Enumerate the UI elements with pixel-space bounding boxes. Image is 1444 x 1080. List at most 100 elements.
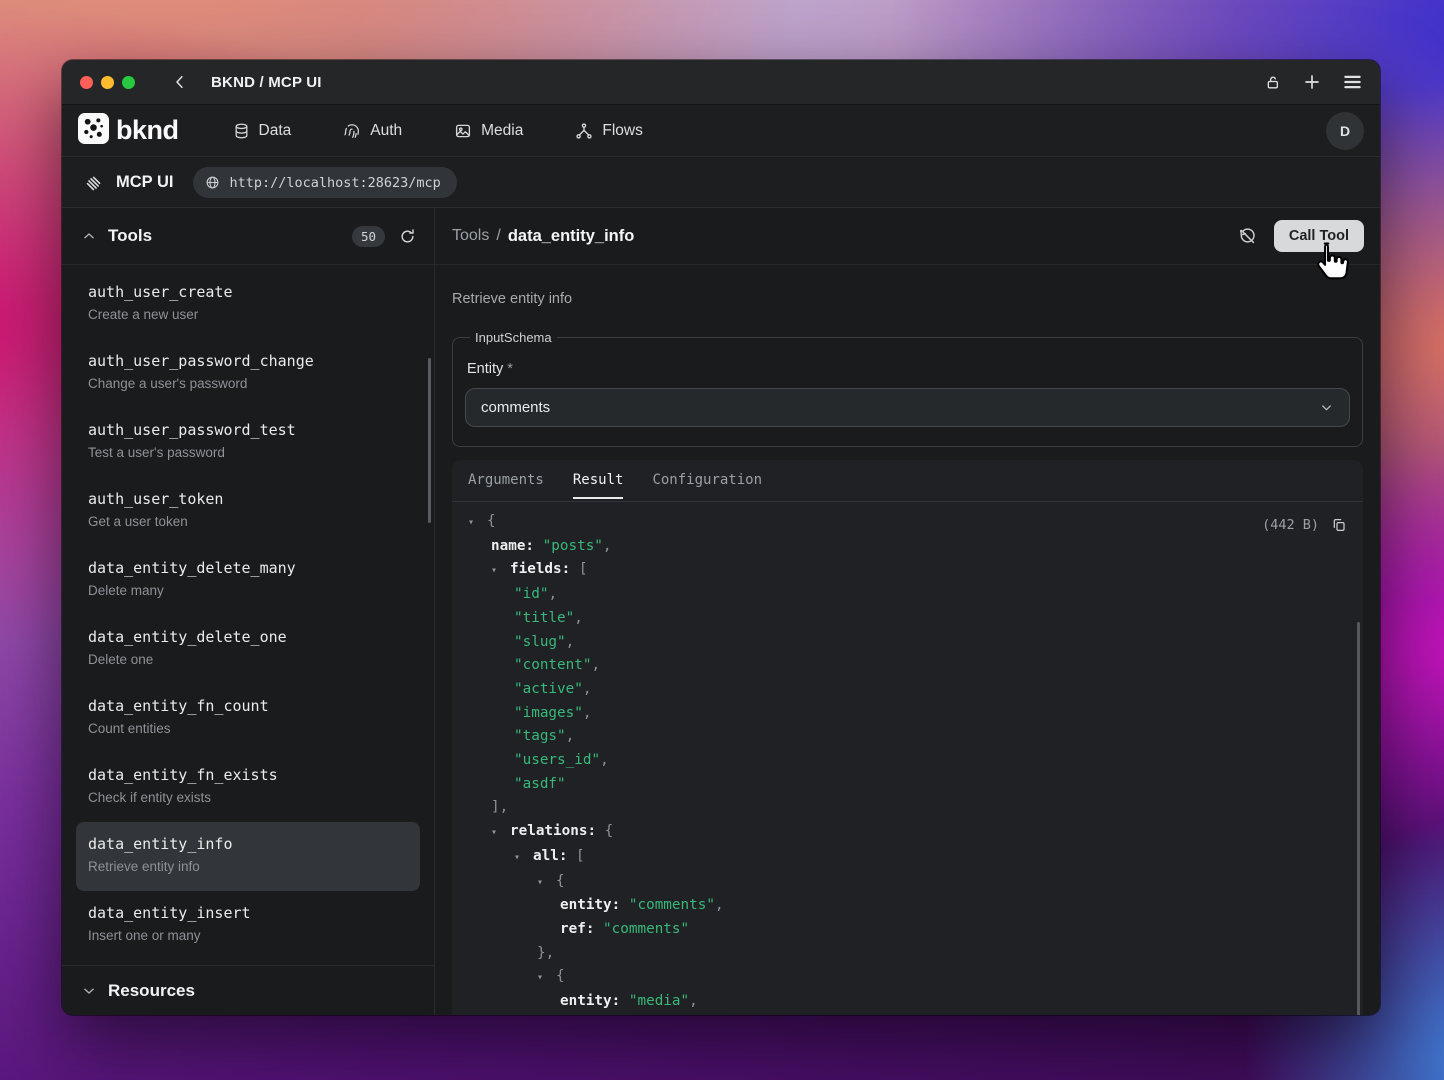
mcp-url-pill[interactable]: http://localhost:28623/mcp (193, 167, 456, 198)
json-line: ], (452, 796, 1363, 820)
collapse-arrow-icon[interactable]: ▾ (468, 511, 487, 535)
minimize-button[interactable] (101, 76, 114, 89)
required-marker: * (507, 361, 513, 377)
json-line: "tags", (452, 725, 1363, 749)
traffic-lights (80, 76, 135, 89)
json-line: "active", (452, 678, 1363, 702)
brand-name: bknd (116, 115, 179, 146)
plus-icon[interactable] (1303, 73, 1321, 91)
breadcrumb-tools[interactable]: Tools (452, 227, 489, 245)
json-line: }, (452, 942, 1363, 966)
entity-select-value: comments (481, 399, 550, 416)
chevron-down-icon[interactable] (82, 984, 96, 998)
json-line: ref: "comments" (452, 918, 1363, 942)
nav-item-flows[interactable]: Flows (575, 122, 642, 140)
tools-section-title: Tools (108, 226, 152, 246)
tool-name: data_entity_delete_one (88, 628, 420, 646)
json-line: "users_id", (452, 749, 1363, 773)
main-header: Tools / data_entity_info Call Tool (435, 208, 1380, 265)
tab-configuration[interactable]: Configuration (652, 472, 762, 499)
collapse-arrow-icon[interactable]: ▾ (537, 871, 556, 895)
globe-icon (205, 175, 220, 190)
json-line: "title", (452, 607, 1363, 631)
breadcrumb-current: data_entity_info (508, 227, 635, 246)
json-line: "images", (452, 702, 1363, 726)
json-result-view: ▾{name: "posts",▾fields: ["id","title","… (452, 502, 1363, 1015)
collapse-arrow-icon[interactable]: ▾ (491, 559, 510, 583)
tool-item-data_entity_insert[interactable]: data_entity_insertInsert one or many (76, 891, 420, 960)
tool-item-auth_user_password_change[interactable]: auth_user_password_changeChange a user's… (76, 339, 420, 408)
avatar[interactable]: D (1326, 112, 1364, 150)
json-line: entity: "media", (452, 990, 1363, 1014)
json-line: ▾relations: { (452, 820, 1363, 845)
entity-select[interactable]: comments (465, 388, 1350, 427)
json-line: "asdf" (452, 773, 1363, 797)
nav-item-label: Auth (370, 122, 402, 140)
call-tool-button[interactable]: Call Tool (1274, 220, 1364, 252)
image-icon (454, 122, 472, 140)
collapse-arrow-icon[interactable]: ▾ (491, 821, 510, 845)
tool-description: Delete one (88, 652, 420, 667)
json-line: entity: "comments", (452, 894, 1363, 918)
tool-item-auth_user_token[interactable]: auth_user_tokenGet a user token (76, 477, 420, 546)
tab-result[interactable]: Result (573, 472, 624, 499)
zoom-button[interactable] (122, 76, 135, 89)
entity-field-label: Entity* (467, 361, 1350, 377)
tool-name: data_entity_insert (88, 904, 420, 922)
json-line: ▾{ (452, 510, 1363, 535)
database-icon (233, 122, 250, 140)
collapse-arrow-icon[interactable]: ▾ (537, 966, 556, 990)
mcp-bar: MCP UI http://localhost:28623/mcp (62, 158, 1380, 208)
tool-item-auth_user_create[interactable]: auth_user_createCreate a new user (76, 270, 420, 339)
tool-description: Check if entity exists (88, 790, 420, 805)
tools-sidebar: Tools 50 auth_user_createCreate a new us… (62, 208, 435, 1015)
tool-name: auth_user_token (88, 490, 420, 508)
tool-description: Test a user's password (88, 445, 420, 460)
chevron-up-icon[interactable] (82, 229, 96, 243)
copy-icon[interactable] (1331, 517, 1347, 533)
nav-item-auth[interactable]: Auth (343, 122, 402, 140)
tool-item-data_entity_delete_one[interactable]: data_entity_delete_one Delete one (76, 615, 420, 684)
tools-section-header[interactable]: Tools 50 (62, 208, 434, 265)
back-icon[interactable] (171, 73, 189, 91)
input-schema-legend: InputSchema (470, 330, 557, 345)
layers-icon (84, 173, 104, 193)
tools-count-badge: 50 (352, 226, 385, 247)
main-scrollbar[interactable] (1357, 622, 1360, 1015)
tool-description: Retrieve entity info (452, 291, 1363, 307)
json-line: "content", (452, 654, 1363, 678)
sidebar-scrollbar[interactable] (428, 358, 431, 523)
resources-section-header[interactable]: Resources (62, 965, 434, 1015)
unlock-icon[interactable] (1265, 74, 1281, 91)
tool-description: Create a new user (88, 307, 420, 322)
tool-item-data_entity_fn_exists[interactable]: data_entity_fn_existsCheck if entity exi… (76, 753, 420, 822)
json-line: ▾fields: [ (452, 558, 1363, 583)
refresh-icon[interactable] (399, 228, 416, 245)
json-line: ▾all: [ (452, 845, 1363, 870)
tool-item-data_entity_info[interactable]: data_entity_infoRetrieve entity info (76, 822, 420, 891)
json-line: "slug", (452, 631, 1363, 655)
tab-arguments[interactable]: Arguments (468, 472, 544, 499)
tool-item-data_entity_fn_count[interactable]: data_entity_fn_countCount entities (76, 684, 420, 753)
close-button[interactable] (80, 76, 93, 89)
chevron-down-icon (1319, 400, 1334, 415)
nav-item-media[interactable]: Media (454, 122, 523, 140)
menu-icon[interactable] (1343, 74, 1362, 90)
titlebar: BKND / MCP UI (62, 60, 1380, 105)
collapse-arrow-icon[interactable]: ▾ (514, 846, 533, 870)
input-schema-fieldset: InputSchema Entity* comments (452, 330, 1363, 447)
brand-logo[interactable]: bknd (78, 113, 179, 149)
bknd-logo-icon (78, 113, 109, 149)
nav-item-label: Data (259, 122, 292, 140)
mcp-ui-label: MCP UI (116, 173, 173, 192)
nav-item-label: Media (481, 122, 523, 140)
tool-name: data_entity_delete_many (88, 559, 420, 577)
history-off-icon[interactable] (1238, 227, 1257, 246)
main-panel: Tools / data_entity_info Call Tool Retri… (435, 208, 1380, 1015)
nav-item-data[interactable]: Data (233, 122, 292, 140)
resources-section-title: Resources (108, 981, 195, 1001)
result-panel: ArgumentsResultConfiguration (442 B) ▾{n… (452, 460, 1363, 1015)
tool-item-data_entity_delete_many[interactable]: data_entity_delete_manyDelete many (76, 546, 420, 615)
json-line: "id", (452, 583, 1363, 607)
tool-item-auth_user_password_test[interactable]: auth_user_password_testTest a user's pas… (76, 408, 420, 477)
